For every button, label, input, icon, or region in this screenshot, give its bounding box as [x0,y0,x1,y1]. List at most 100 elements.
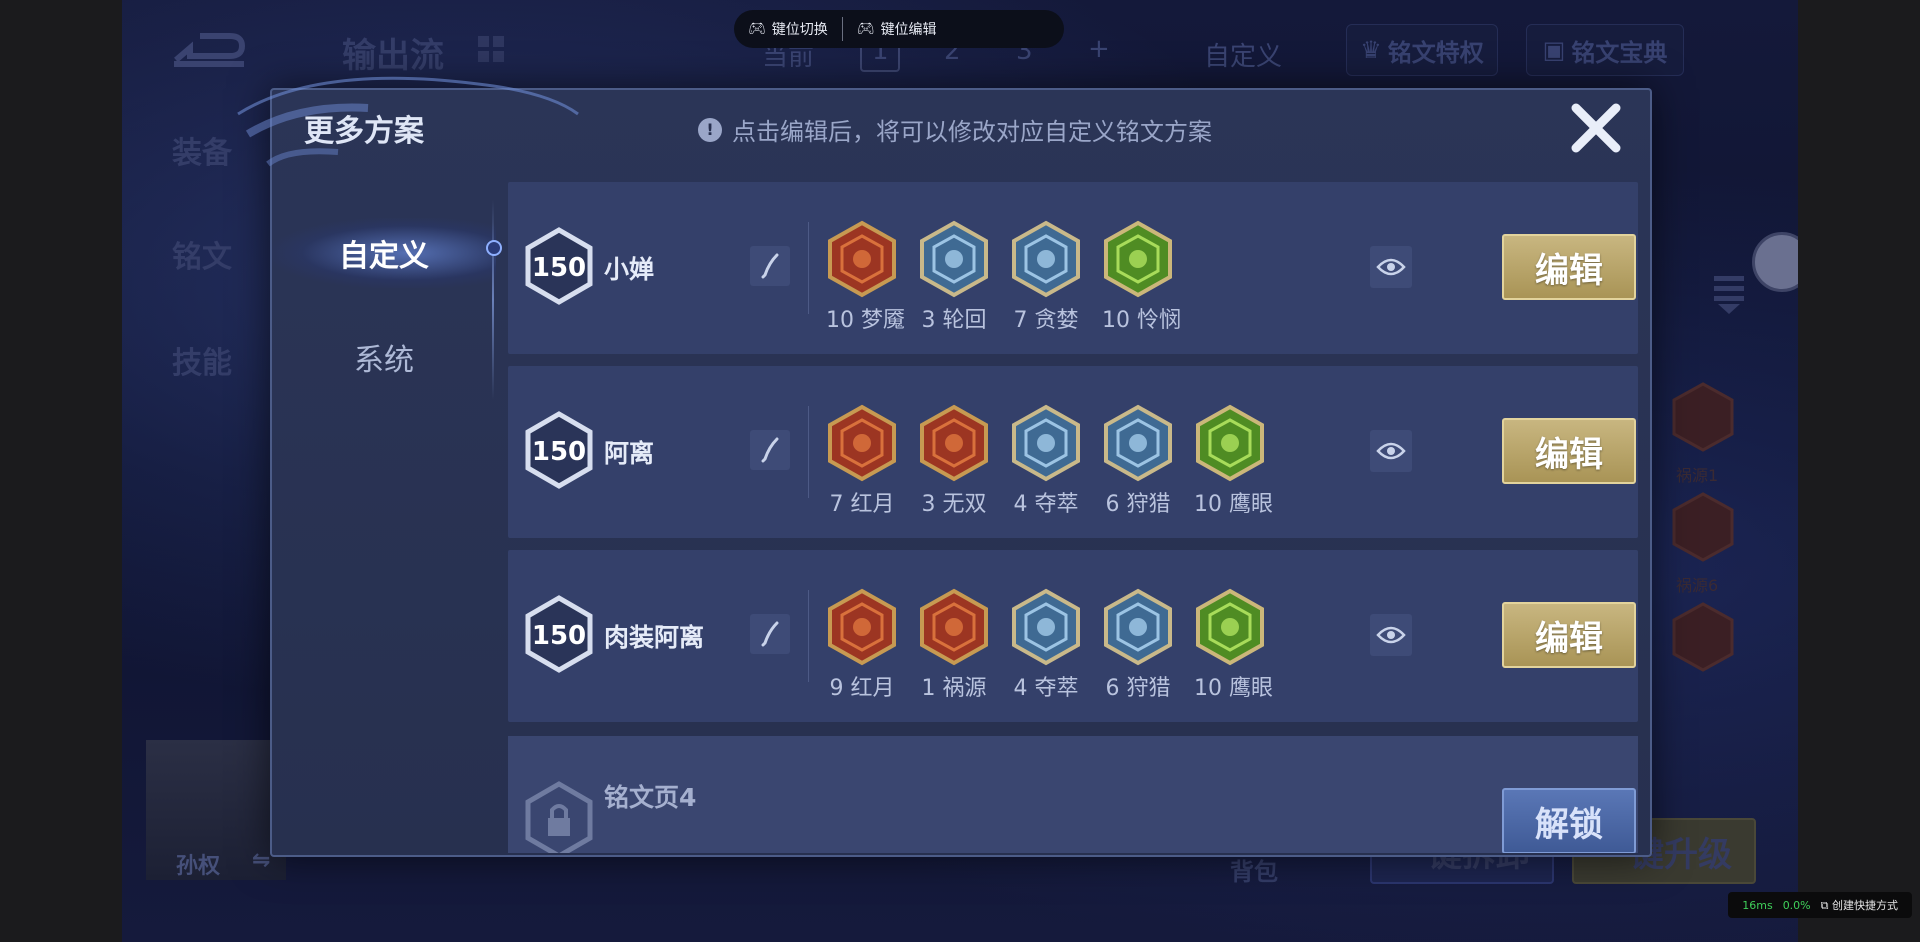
eye-icon [1376,258,1406,276]
rune-green-icon [1196,588,1264,666]
rune-blue-icon [1104,588,1172,666]
rename-button[interactable] [750,614,790,654]
tab-custom[interactable]: 自定义 [272,218,496,288]
rune-red-icon [828,588,896,666]
modal-title: 更多方案 [304,114,424,149]
book-icon: ▣ [1542,36,1566,64]
rune-slot[interactable]: 10 梦魇 [826,220,906,334]
bg-rune-3-icon [1672,602,1734,672]
shortcut-link[interactable]: ⧉ 创建快捷方式 [1821,897,1898,913]
rune-label: 9 红月 [829,676,895,701]
rune-red-icon [828,220,896,298]
rune-label: 10 梦魇 [826,308,906,333]
rune-label: 10 怜悯 [1102,308,1182,333]
rune-slot[interactable]: 10 怜悯 [1102,220,1182,334]
level-hex-icon: 150 [525,227,593,305]
back-arrow-icon[interactable] [170,30,248,70]
plan-title: 输出流 [342,36,444,76]
locked-plan-name: 铭文页4 [604,783,697,812]
rune-red-icon [920,404,988,482]
locked-plan-row: 铭文页4 解锁 [508,736,1638,853]
loss-text: 0.0% [1782,898,1811,912]
gamepad-icon: 🎮︎ [856,21,875,37]
more-plans-modal: 更多方案 ! 点击编辑后，将可以修改对应自定义铭文方案 自定义 系统 150 小婵… [237,76,1652,857]
rune-slot[interactable]: 6 狩猎 [1102,588,1174,702]
rune-blue-icon [1012,588,1080,666]
rune-slot[interactable]: 10 鹰眼 [1194,404,1274,518]
bg-rune-label: 祸源6 [1676,576,1719,595]
edit-button[interactable]: 编辑 [1502,418,1636,484]
add-tab-button[interactable]: + [1088,34,1110,64]
rune-green-icon [1196,404,1264,482]
rune-slot[interactable]: 6 狩猎 [1102,404,1174,518]
nav-skills[interactable]: 技能 [172,338,232,382]
rune-label: 7 贪婪 [1013,308,1079,333]
rune-label: 10 鹰眼 [1194,492,1274,517]
perf-status: 16ms 0.0% ⧉ 创建快捷方式 [1728,892,1912,918]
grid-icon[interactable] [474,32,508,66]
plan-name: 肉装阿离 [604,623,705,652]
info-icon: ! [698,117,722,142]
rune-blue-icon [920,220,988,298]
floating-ball-icon[interactable] [1752,232,1798,292]
rune-slot[interactable]: 7 红月 [826,404,898,518]
pencil-icon [761,437,779,463]
tab-system[interactable]: 系统 [272,322,496,392]
modal-header: 更多方案 ! 点击编辑后，将可以修改对应自定义铭文方案 [272,90,1650,176]
edit-button[interactable]: 编辑 [1502,234,1636,300]
tab-indicator [486,240,502,256]
list-icon[interactable] [1714,274,1744,314]
rune-slot[interactable]: 4 夺萃 [1010,588,1082,702]
preview-button[interactable] [1370,430,1412,472]
bg-rune-label: 祸源1 [1676,466,1719,485]
bg-rune-1-icon [1672,382,1734,452]
latency-text: 16ms [1742,898,1773,912]
rune-label: 4 夺萃 [1013,492,1079,517]
plan-name: 阿离 [604,439,655,468]
rune-privilege-button[interactable]: ♛ 铭文特权 [1346,24,1498,76]
rune-slot[interactable]: 10 鹰眼 [1194,588,1274,702]
swap-icon[interactable]: ⇋ [252,848,270,873]
rune-red-icon [828,404,896,482]
rune-slot[interactable]: 9 红月 [826,588,898,702]
key-edit-button[interactable]: 🎮︎ 键位编辑 [843,19,951,39]
nav-runes[interactable]: 铭文 [172,232,232,276]
gamepad-icon: 🎮︎ [748,21,766,37]
plan-row: 150 肉装阿离 9 红月 1 祸源 4 夺萃 6 狩猎 10 鹰眼 编辑 [508,550,1638,722]
rune-slot[interactable]: 7 贪婪 [1010,220,1082,334]
bg-rune-2-icon [1672,492,1734,562]
unlock-button[interactable]: 解锁 [1502,788,1636,853]
divider [808,222,809,314]
level-hex-icon: 150 [525,595,593,673]
rune-slot[interactable]: 3 无双 [918,404,990,518]
rename-button[interactable] [750,430,790,470]
plan-row: 150 阿离 7 红月 3 无双 4 夺萃 6 狩猎 10 鹰眼 编辑 [508,366,1638,538]
rune-green-icon [1104,220,1172,298]
rune-label: 6 狩猎 [1105,492,1171,517]
nav-equipment[interactable]: 装备 [172,128,232,172]
rune-label: 6 狩猎 [1105,676,1171,701]
rune-blue-icon [1012,220,1080,298]
preview-button[interactable] [1370,246,1412,288]
rune-label: 3 无双 [921,492,987,517]
rune-slot[interactable]: 3 轮回 [918,220,990,334]
rune-slot[interactable]: 4 夺萃 [1010,404,1082,518]
custom-label[interactable]: 自定义 [1204,36,1282,73]
pencil-icon [761,621,779,647]
rune-guide-button[interactable]: ▣ 铭文宝典 [1526,24,1684,76]
rune-label: 10 鹰眼 [1194,676,1274,701]
hint: ! 点击编辑后，将可以修改对应自定义铭文方案 [698,112,1212,147]
rune-red-icon [920,588,988,666]
level-hex-icon: 150 [525,411,593,489]
close-icon[interactable] [1568,100,1624,156]
lock-icon [525,781,593,853]
rune-blue-icon [1104,404,1172,482]
bag-label[interactable]: 背包 [1230,852,1278,887]
edit-button[interactable]: 编辑 [1502,602,1636,668]
preview-button[interactable] [1370,614,1412,656]
rune-slot[interactable]: 1 祸源 [918,588,990,702]
rune-label: 4 夺萃 [1013,676,1079,701]
hint-text: 点击编辑后，将可以修改对应自定义铭文方案 [732,118,1212,146]
rename-button[interactable] [750,246,790,286]
key-switch-button[interactable]: 🎮︎ 键位切换 [734,19,842,39]
